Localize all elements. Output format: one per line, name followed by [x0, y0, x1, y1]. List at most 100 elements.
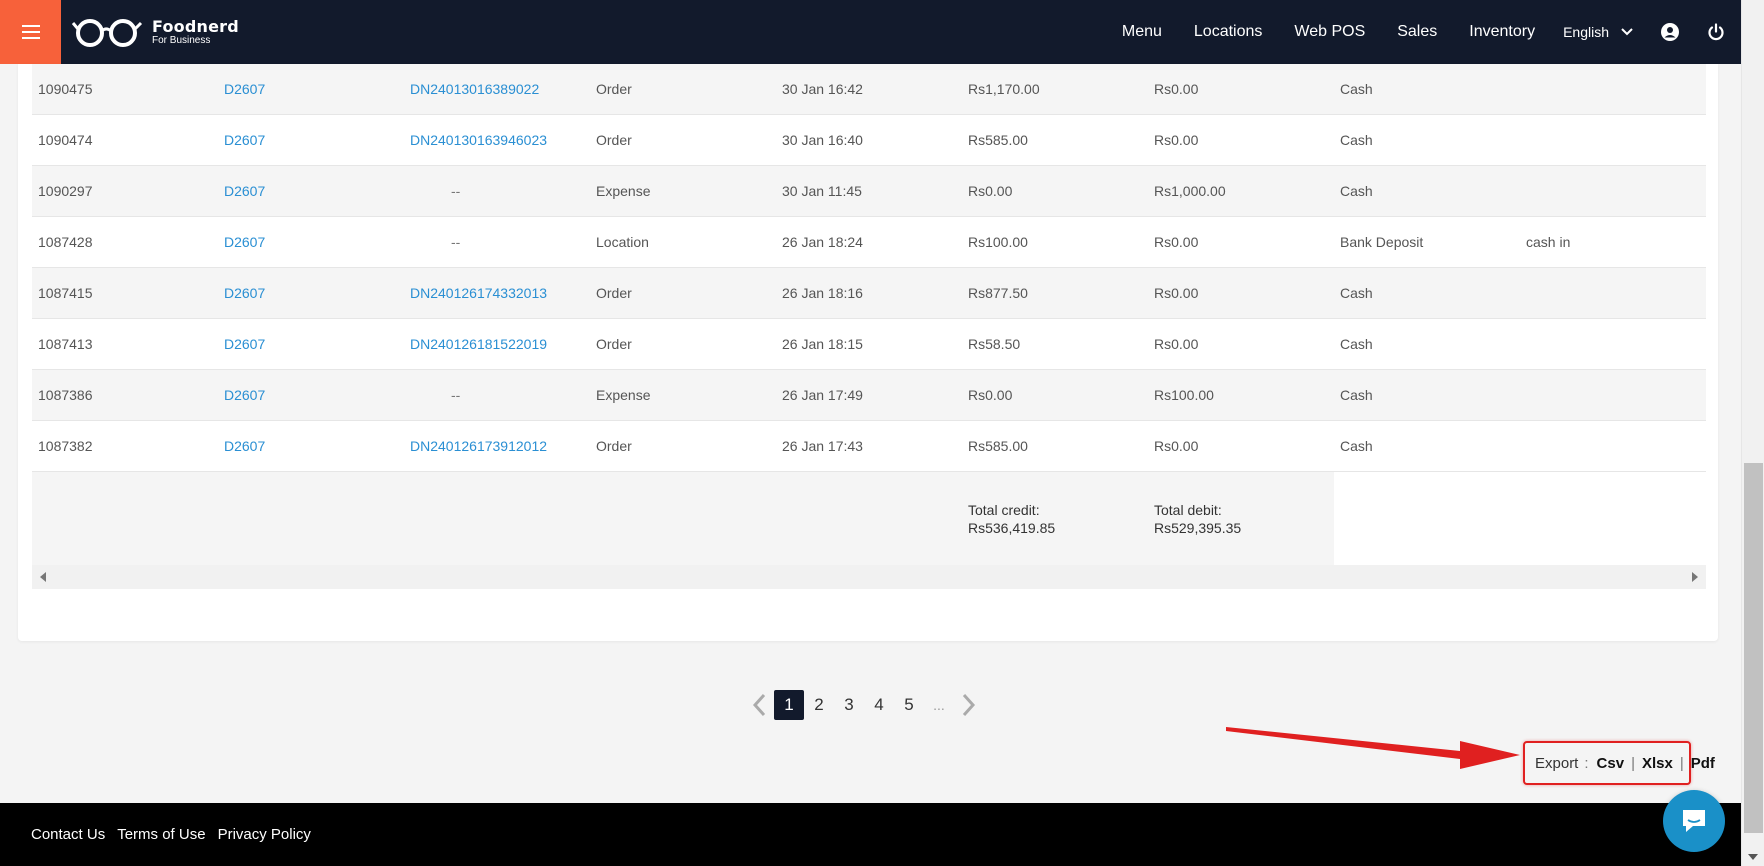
scroll-left-arrow-icon[interactable]	[40, 572, 46, 582]
order-number[interactable]: DN240126173912012	[404, 438, 590, 454]
credit-amount: Rs585.00	[968, 438, 1028, 454]
transaction-type: Location	[596, 234, 649, 250]
page-scrollbar[interactable]	[1741, 0, 1764, 866]
page-1[interactable]: 1	[774, 690, 804, 720]
transaction-date: 26 Jan 18:24	[782, 234, 863, 250]
export-label: Export	[1535, 754, 1579, 772]
transaction-type: Order	[596, 132, 632, 148]
payment-method: Cash	[1340, 285, 1373, 301]
transaction-date: 26 Jan 18:15	[782, 336, 863, 352]
transaction-note: cash in	[1526, 234, 1571, 250]
table-row: 1090297 D2607 -- Expense 30 Jan 11:45 Rs0.00 R…	[32, 166, 1706, 217]
user-link[interactable]: D2607	[218, 336, 404, 352]
footer-terms-link[interactable]: Terms of Use	[117, 826, 205, 843]
total-credit-value: Rs536,419.85	[968, 520, 1056, 536]
payment-method: Cash	[1340, 132, 1373, 148]
total-credit-label: Total credit:	[968, 502, 1040, 518]
totals-row: Total credit: Rs536,419.85 Total debit: …	[32, 472, 1706, 565]
scroll-right-arrow-icon[interactable]	[1692, 572, 1698, 582]
page-2[interactable]: 2	[804, 690, 834, 720]
hamburger-icon	[21, 25, 40, 27]
nav-menu[interactable]: Menu	[1122, 23, 1162, 41]
hamburger-menu-button[interactable]	[0, 0, 61, 64]
horizontal-scrollbar[interactable]	[32, 565, 1706, 589]
order-number[interactable]: DN240126181522019	[404, 336, 590, 352]
chevron-right-icon	[962, 693, 976, 717]
export-xlsx-button[interactable]: Xlsx	[1642, 755, 1673, 772]
transaction-id: 1087386	[38, 387, 93, 403]
order-number[interactable]: DN240130163946023	[404, 132, 590, 148]
table-row: 1090475 D2607 DN24013016389022 Order 30 Jan …	[32, 64, 1706, 115]
top-navbar: Foodnerd For Business Menu Locations Web…	[0, 0, 1741, 64]
footer: Contact Us Terms of Use Privacy Policy	[0, 803, 1741, 866]
order-number[interactable]: DN24013016389022	[404, 81, 590, 97]
debit-amount: Rs0.00	[1154, 336, 1199, 352]
nav-inventory[interactable]: Inventory	[1469, 23, 1535, 41]
transaction-id: 1087415	[38, 285, 93, 301]
order-number: --	[451, 234, 461, 250]
order-number: --	[451, 387, 461, 403]
chevron-left-icon	[752, 693, 766, 717]
chat-widget-button[interactable]	[1663, 790, 1725, 852]
chat-bubble-icon	[1683, 810, 1705, 832]
debit-amount: Rs0.00	[1154, 81, 1199, 97]
logout-button[interactable]	[1707, 23, 1725, 41]
payment-method: Cash	[1340, 438, 1373, 454]
credit-amount: Rs0.00	[968, 387, 1013, 403]
nav-web-pos[interactable]: Web POS	[1294, 23, 1365, 41]
user-link[interactable]: D2607	[218, 234, 404, 250]
logo[interactable]: Foodnerd For Business	[71, 0, 239, 64]
transaction-type: Order	[596, 81, 632, 97]
payment-method: Cash	[1340, 387, 1373, 403]
credit-amount: Rs585.00	[968, 132, 1028, 148]
user-link[interactable]: D2607	[218, 132, 404, 148]
language-label: English	[1563, 24, 1609, 40]
page-5[interactable]: 5	[894, 690, 924, 720]
logo-name: Foodnerd	[152, 16, 239, 36]
table-row: 1087415 D2607 DN240126174332013 Order 26 Jan…	[32, 268, 1706, 319]
export-csv-button[interactable]: Csv	[1597, 755, 1625, 772]
footer-contact-us-link[interactable]: Contact Us	[31, 826, 105, 843]
transaction-type: Order	[596, 336, 632, 352]
transaction-id: 1090474	[38, 132, 93, 148]
page-3[interactable]: 3	[834, 690, 864, 720]
user-link[interactable]: D2607	[218, 285, 404, 301]
annotation-arrow-icon	[1226, 727, 1520, 769]
transaction-date: 26 Jan 18:16	[782, 285, 863, 301]
user-link[interactable]: D2607	[218, 183, 404, 199]
transaction-id: 1087382	[38, 438, 93, 454]
transaction-date: 30 Jan 16:42	[782, 81, 863, 97]
debit-amount: Rs0.00	[1154, 285, 1199, 301]
export-separator: |	[1679, 754, 1684, 772]
language-selector[interactable]: English	[1563, 24, 1633, 40]
nav-locations[interactable]: Locations	[1194, 23, 1263, 41]
user-link[interactable]: D2607	[218, 438, 404, 454]
prev-page-button[interactable]	[744, 693, 774, 717]
transaction-date: 26 Jan 17:43	[782, 438, 863, 454]
user-link[interactable]: D2607	[218, 81, 404, 97]
debit-amount: Rs1,000.00	[1154, 183, 1226, 199]
scroll-down-arrow-icon[interactable]	[1748, 854, 1758, 860]
user-account-button[interactable]	[1661, 23, 1679, 41]
debit-amount: Rs0.00	[1154, 234, 1199, 250]
scrollbar-thumb[interactable]	[1744, 463, 1763, 833]
credit-amount: Rs58.50	[968, 336, 1021, 352]
transaction-id: 1090475	[38, 81, 93, 97]
nav-sales[interactable]: Sales	[1397, 23, 1437, 41]
transaction-date: 30 Jan 16:40	[782, 132, 863, 148]
table-row: 1087386 D2607 -- Expense 26 Jan 17:49 Rs0.00 R…	[32, 370, 1706, 421]
page-ellipsis[interactable]: ...	[924, 690, 954, 720]
power-icon	[1708, 23, 1724, 41]
user-link[interactable]: D2607	[218, 387, 404, 403]
payment-method: Cash	[1340, 336, 1373, 352]
user-circle-icon	[1661, 23, 1679, 41]
order-number[interactable]: DN240126174332013	[404, 285, 590, 301]
export-pdf-button[interactable]: Pdf	[1691, 755, 1715, 772]
next-page-button[interactable]	[954, 693, 984, 717]
transaction-date: 26 Jan 17:49	[782, 387, 863, 403]
footer-privacy-link[interactable]: Privacy Policy	[218, 826, 311, 843]
transaction-type: Order	[596, 438, 632, 454]
logo-subtitle: For Business	[152, 34, 211, 46]
page-4[interactable]: 4	[864, 690, 894, 720]
table-row: 1087428 D2607 -- Location 26 Jan 18:24 Rs100.…	[32, 217, 1706, 268]
